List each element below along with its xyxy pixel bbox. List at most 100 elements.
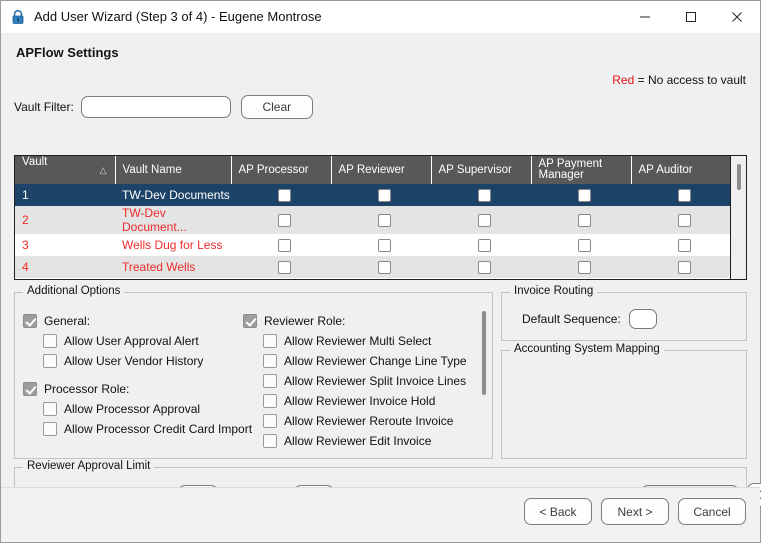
cell-ap-auditor[interactable] bbox=[631, 278, 731, 279]
checkbox-reviewer-role[interactable] bbox=[243, 314, 257, 328]
checkbox-ap-processor[interactable] bbox=[278, 261, 291, 275]
option-reviewer-role[interactable]: Reviewer Role: bbox=[243, 311, 473, 331]
column-header-ap-reviewer[interactable]: AP Reviewer bbox=[331, 156, 432, 184]
cell-ap-payment-manager[interactable] bbox=[531, 256, 631, 278]
minimize-button[interactable] bbox=[622, 1, 668, 32]
cancel-button[interactable]: Cancel bbox=[678, 498, 746, 525]
option-processor-role[interactable]: Processor Role: bbox=[23, 379, 243, 399]
option-allow-reviewer-reroute-invoice[interactable]: Allow Reviewer Reroute Invoice bbox=[243, 411, 473, 431]
checkbox-ap-supervisor[interactable] bbox=[478, 189, 491, 203]
option-allow-reviewer-split-invoice-lines[interactable]: Allow Reviewer Split Invoice Lines bbox=[243, 371, 473, 391]
cell-ap-payment-manager[interactable] bbox=[531, 234, 631, 256]
checkbox-ap-supervisor[interactable] bbox=[478, 261, 491, 275]
option-allow-processor-credit-card-import-label: Allow Processor Credit Card Import bbox=[64, 422, 253, 436]
option-allow-processor-credit-card-import[interactable]: Allow Processor Credit Card Import bbox=[23, 419, 252, 439]
cell-ap-payment-manager[interactable] bbox=[531, 278, 631, 279]
cell-ap-supervisor[interactable] bbox=[431, 184, 531, 206]
cell-ap-reviewer[interactable] bbox=[331, 278, 431, 279]
checkbox-ap-reviewer[interactable] bbox=[378, 261, 391, 275]
cell-ap-reviewer[interactable] bbox=[331, 234, 431, 256]
column-header-ap-processor[interactable]: AP Processor bbox=[231, 156, 332, 184]
cell-ap-supervisor[interactable] bbox=[431, 278, 531, 279]
checkbox-ap-reviewer[interactable] bbox=[378, 189, 391, 203]
column-header-ap-supervisor[interactable]: AP Supervisor bbox=[431, 156, 532, 184]
checkbox-allow-reviewer-edit-invoice[interactable] bbox=[263, 434, 277, 448]
checkbox-ap-auditor[interactable] bbox=[678, 261, 691, 275]
checkbox-allow-reviewer-multi-select[interactable] bbox=[263, 334, 277, 348]
back-button[interactable]: < Back bbox=[524, 498, 592, 525]
checkbox-ap-processor[interactable] bbox=[278, 189, 291, 203]
close-button[interactable] bbox=[714, 1, 760, 32]
column-header-vault-name[interactable]: Vault Name bbox=[115, 156, 232, 184]
checkbox-processor-role[interactable] bbox=[23, 382, 37, 396]
checkbox-ap-payment-manager[interactable] bbox=[578, 239, 591, 253]
checkbox-ap-processor[interactable] bbox=[278, 214, 291, 228]
additional-options-scrollbar[interactable] bbox=[480, 307, 488, 452]
cell-ap-reviewer[interactable] bbox=[331, 256, 431, 278]
checkbox-ap-payment-manager[interactable] bbox=[578, 261, 591, 275]
maximize-button[interactable] bbox=[668, 1, 714, 32]
cell-ap-processor[interactable] bbox=[231, 184, 331, 206]
column-header-ap-payment-manager[interactable]: AP Payment Manager bbox=[531, 156, 632, 184]
table-row[interactable]: 2 TW-Dev Document... bbox=[15, 206, 731, 234]
checkbox-ap-processor[interactable] bbox=[278, 239, 291, 253]
cell-ap-auditor[interactable] bbox=[631, 234, 731, 256]
checkbox-ap-supervisor[interactable] bbox=[478, 214, 491, 228]
checkbox-ap-payment-manager[interactable] bbox=[578, 189, 591, 203]
cell-ap-auditor[interactable] bbox=[631, 184, 731, 206]
checkbox-ap-reviewer[interactable] bbox=[378, 239, 391, 253]
checkbox-ap-auditor[interactable] bbox=[678, 189, 691, 203]
option-allow-processor-approval[interactable]: Allow Processor Approval bbox=[23, 399, 243, 419]
grid-vertical-scrollbar[interactable] bbox=[730, 156, 746, 279]
dialog-body: APFlow Settings Red = No access to vault… bbox=[1, 33, 761, 542]
table-row[interactable] bbox=[15, 278, 731, 279]
default-sequence-input[interactable] bbox=[628, 309, 657, 329]
checkbox-allow-user-approval-alert[interactable] bbox=[43, 334, 57, 348]
checkbox-ap-supervisor[interactable] bbox=[478, 239, 491, 253]
column-header-vault[interactable]: Vault △ bbox=[15, 156, 116, 184]
checkbox-allow-reviewer-invoice-hold[interactable] bbox=[263, 394, 277, 408]
cell-ap-processor[interactable] bbox=[231, 206, 331, 234]
option-allow-reviewer-change-line-type[interactable]: Allow Reviewer Change Line Type bbox=[243, 351, 473, 371]
option-allow-user-approval-alert[interactable]: Allow User Approval Alert bbox=[23, 331, 243, 351]
option-allow-reviewer-edit-invoice[interactable]: Allow Reviewer Edit Invoice bbox=[243, 431, 473, 451]
option-allow-user-vendor-history[interactable]: Allow User Vendor History bbox=[23, 351, 243, 371]
checkbox-allow-reviewer-split-invoice-lines[interactable] bbox=[263, 374, 277, 388]
cell-ap-processor[interactable] bbox=[231, 278, 331, 279]
cell-ap-processor[interactable] bbox=[231, 256, 331, 278]
grid-scrollbar-thumb[interactable] bbox=[737, 164, 741, 190]
cell-ap-payment-manager[interactable] bbox=[531, 184, 631, 206]
checkbox-ap-reviewer[interactable] bbox=[378, 214, 391, 228]
option-allow-reviewer-invoice-hold[interactable]: Allow Reviewer Invoice Hold bbox=[243, 391, 473, 411]
checkbox-allow-reviewer-change-line-type[interactable] bbox=[263, 354, 277, 368]
column-header-ap-auditor[interactable]: AP Auditor bbox=[631, 156, 731, 184]
legend-text: = No access to vault bbox=[637, 73, 746, 87]
table-row[interactable]: 4 Treated Wells bbox=[15, 256, 731, 278]
cell-ap-payment-manager[interactable] bbox=[531, 206, 631, 234]
checkbox-allow-user-vendor-history[interactable] bbox=[43, 354, 57, 368]
cell-ap-supervisor[interactable] bbox=[431, 206, 531, 234]
clear-filter-button[interactable]: Clear bbox=[240, 95, 313, 119]
cell-ap-processor[interactable] bbox=[231, 234, 331, 256]
option-general[interactable]: General: bbox=[23, 311, 243, 331]
table-row[interactable]: 1 TW-Dev Documents bbox=[15, 184, 731, 206]
additional-options-scrollbar-thumb[interactable] bbox=[482, 311, 486, 395]
cell-ap-reviewer[interactable] bbox=[331, 184, 431, 206]
cell-ap-reviewer[interactable] bbox=[331, 206, 431, 234]
checkbox-allow-reviewer-reroute-invoice[interactable] bbox=[263, 414, 277, 428]
cell-ap-supervisor[interactable] bbox=[431, 234, 531, 256]
option-allow-reviewer-multi-select[interactable]: Allow Reviewer Multi Select bbox=[243, 331, 473, 351]
checkbox-general[interactable] bbox=[23, 314, 37, 328]
vault-filter-input[interactable] bbox=[80, 96, 231, 118]
checkbox-allow-processor-credit-card-import[interactable] bbox=[43, 422, 57, 436]
table-row[interactable]: 3 Wells Dug for Less bbox=[15, 234, 731, 256]
cell-vault-name: TW-Dev Document... bbox=[115, 206, 231, 234]
checkbox-allow-processor-approval[interactable] bbox=[43, 402, 57, 416]
cell-ap-supervisor[interactable] bbox=[431, 256, 531, 278]
checkbox-ap-payment-manager[interactable] bbox=[578, 214, 591, 228]
next-button[interactable]: Next > bbox=[601, 498, 669, 525]
checkbox-ap-auditor[interactable] bbox=[678, 239, 691, 253]
checkbox-ap-auditor[interactable] bbox=[678, 214, 691, 228]
cell-ap-auditor[interactable] bbox=[631, 206, 731, 234]
cell-ap-auditor[interactable] bbox=[631, 256, 731, 278]
